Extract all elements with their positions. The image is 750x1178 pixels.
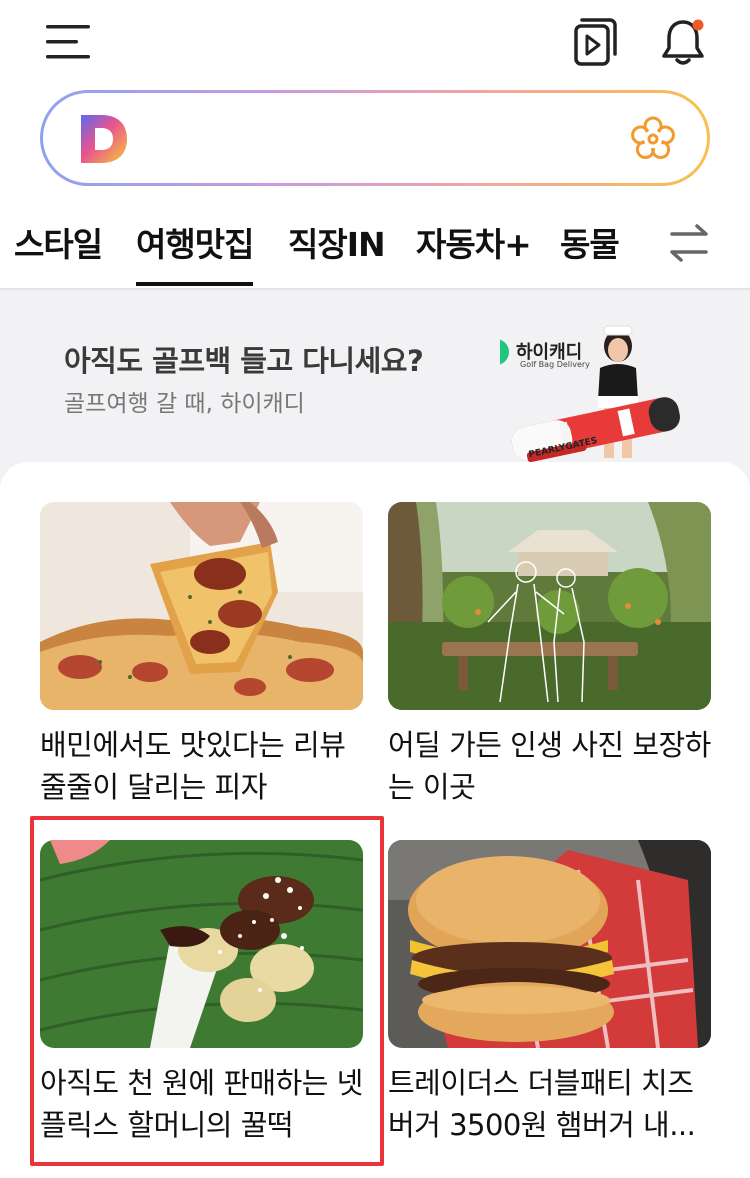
top-header: 스타일 여행맛집 직장IN 자동차+ 동물 <box>0 0 750 290</box>
burger-photo-icon <box>388 840 711 1048</box>
swap-arrows-icon[interactable] <box>664 218 714 268</box>
video-icon[interactable] <box>568 16 618 68</box>
tab-animal[interactable]: 동물 <box>560 218 620 266</box>
menu-icon[interactable] <box>44 22 92 62</box>
daum-logo-icon <box>81 115 127 163</box>
rice-cake-photo-icon <box>40 840 363 1048</box>
tab-travel-food[interactable]: 여행맛집 <box>136 218 254 286</box>
tab-style[interactable]: 스타일 <box>14 218 103 266</box>
notification-bell-icon[interactable] <box>656 14 710 68</box>
tab-car[interactable]: 자동차+ <box>416 218 532 266</box>
garden-photo-icon <box>388 502 711 710</box>
ad-banner[interactable]: 아직도 골프백 들고 다니세요? 골프여행 갈 때, 하이캐디 PEARLYGA… <box>0 292 750 462</box>
ad-subtitle: 골프여행 갈 때, 하이캐디 <box>64 391 305 417</box>
category-tabs: 스타일 여행맛집 직장IN 자동차+ 동물 <box>0 200 750 290</box>
pizza-photo-icon <box>40 502 363 710</box>
ad-title: 아직도 골프백 들고 다니세요? <box>64 344 424 378</box>
flower-icon[interactable] <box>629 115 677 163</box>
search-input[interactable] <box>143 111 603 167</box>
search-bar[interactable] <box>40 90 710 186</box>
article-title[interactable]: 아직도 천 원에 판매하는 넷플릭스 할머니의 꿀떡 <box>40 1062 370 1146</box>
article-title[interactable]: 어딜 가든 인생 사진 보장하는 이곳 <box>388 724 718 808</box>
article-title[interactable]: 트레이더스 더블패티 치즈버거 3500원 햄버거 내... <box>388 1062 718 1146</box>
notification-dot <box>692 19 704 31</box>
article-title[interactable]: 배민에서도 맛있다는 리뷰 줄줄이 달리는 피자 <box>40 724 370 808</box>
ad-brand-sub: Golf Bag Delivery <box>520 360 590 369</box>
content-card: 배민에서도 맛있다는 리뷰 줄줄이 달리는 피자 어딜 가든 인생 사진 보장하… <box>0 462 750 1178</box>
tab-workplace[interactable]: 직장IN <box>288 218 386 266</box>
